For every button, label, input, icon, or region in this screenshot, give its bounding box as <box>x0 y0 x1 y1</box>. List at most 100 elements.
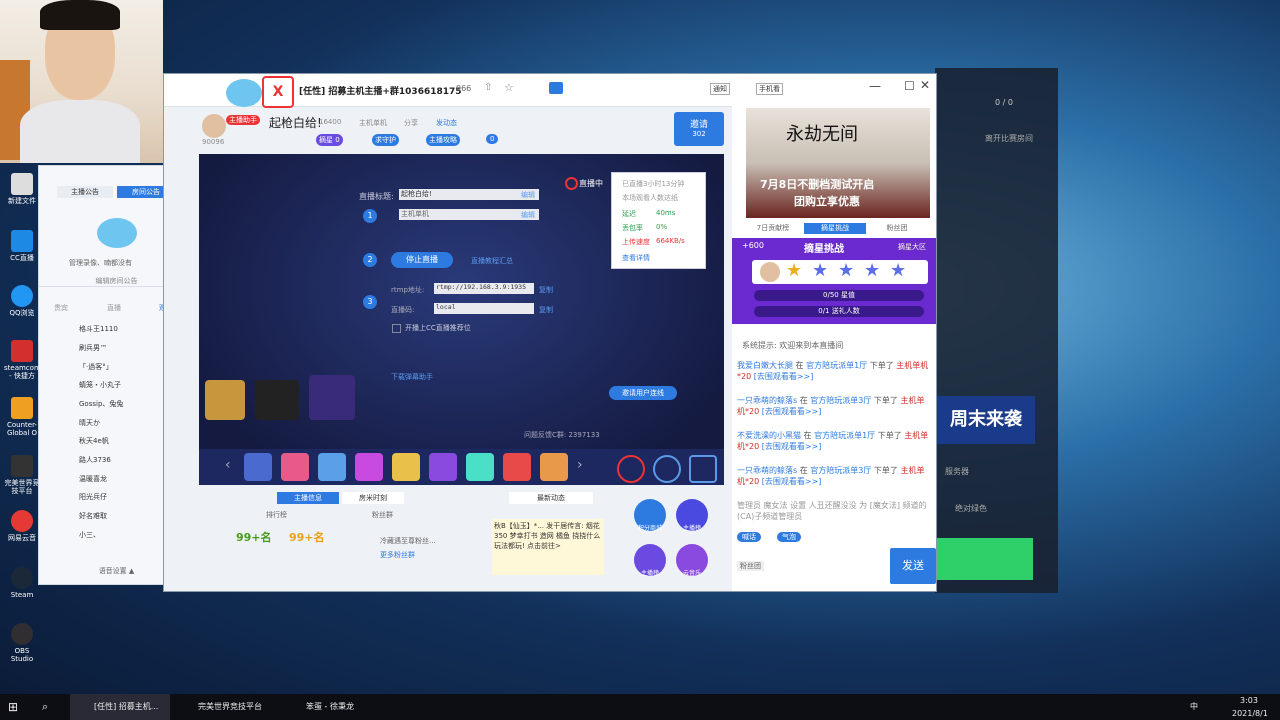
list-item[interactable]: 「·過客°」 <box>79 362 113 372</box>
minimize-icon[interactable]: — <box>869 79 881 93</box>
game-ad-banner[interactable]: 永劫无间 7月8日不删档测试开启 团购立享优惠 <box>746 108 930 218</box>
weekend-banner[interactable]: 周末来袭 <box>937 396 1035 444</box>
chat-link[interactable]: [去围观看看>>] <box>762 442 822 451</box>
send-button[interactable]: 发送 <box>890 548 936 584</box>
tutorial-link[interactable]: 直播教程汇总 <box>471 256 513 266</box>
gift-icon[interactable] <box>540 453 568 481</box>
list-item[interactable]: Gossip、兔兔 <box>79 399 123 409</box>
tab-streamer-info[interactable]: 主播信息 <box>277 492 339 504</box>
list-item[interactable]: 小三、 <box>79 530 100 540</box>
tab-room-moment[interactable]: 房米时刻 <box>342 492 404 504</box>
chat-link[interactable]: [去围观看看>>] <box>762 407 822 416</box>
search-icon[interactable]: ⌕ <box>42 694 48 720</box>
guard-tag[interactable]: 求守护 <box>372 134 399 146</box>
list-item[interactable]: 好名难取 <box>79 511 107 521</box>
chat-place[interactable]: 官方陪玩派单1厅 <box>806 361 867 370</box>
gift-icon[interactable] <box>429 453 457 481</box>
gift-icon[interactable] <box>244 453 272 481</box>
gift-icon[interactable] <box>392 453 420 481</box>
more-fan-groups-link[interactable]: 更多粉丝群 <box>380 550 415 560</box>
list-item[interactable]: 路人3736 <box>79 455 111 465</box>
complete-icon[interactable] <box>617 455 645 483</box>
maximize-icon[interactable]: ☐ <box>904 79 915 93</box>
edit-title-button[interactable]: 编辑 <box>521 190 535 200</box>
list-item[interactable]: 晴天か <box>79 418 100 428</box>
post-activity-button[interactable]: 发动态 <box>436 118 457 128</box>
tab-star-challenge[interactable]: 摘星挑战 <box>804 223 866 234</box>
desktop-icon-steam[interactable]: Steam <box>4 567 40 599</box>
list-item[interactable]: 温暖喜龙 <box>79 474 107 484</box>
server-select[interactable]: 服务器 <box>945 466 969 477</box>
clock-date[interactable]: 2021/8/1 <box>1232 707 1268 720</box>
tab-fan-group[interactable]: 粉丝团 <box>866 223 928 234</box>
list-item[interactable]: 阳光兵仔 <box>79 492 107 502</box>
avatar[interactable] <box>202 114 226 138</box>
tab-streamer-notice[interactable]: 主播公告 <box>57 186 113 198</box>
chat-user[interactable]: 不爱洗澡的小黑猫 <box>737 431 801 440</box>
guide-tag[interactable]: 主播攻略 <box>426 134 460 146</box>
chat-user[interactable]: 一只乖萌的鲸落s <box>737 396 797 405</box>
chat-user[interactable]: 一只乖萌的鲸落s <box>737 466 797 475</box>
tab-7day-rank[interactable]: 7日贡献榜 <box>742 223 804 234</box>
promo-task-icon[interactable] <box>309 375 355 420</box>
notice-button[interactable]: 通知 <box>710 83 730 95</box>
windows-start-icon[interactable]: ⊞ <box>8 694 18 720</box>
title-input[interactable]: 起枪白给! <box>399 189 539 200</box>
gift-icon[interactable] <box>466 453 494 481</box>
chat-place[interactable]: 官方陪玩派单3厅 <box>810 396 871 405</box>
gift-icon[interactable] <box>281 453 309 481</box>
chat-link[interactable]: [去围观看看>>] <box>754 372 814 381</box>
shout-chip[interactable]: 喊话 <box>737 532 761 542</box>
stop-live-button[interactable]: 停止直播 <box>391 252 453 268</box>
challenge-link[interactable]: 摘星大区 <box>898 242 926 252</box>
camera-icon[interactable] <box>549 82 563 94</box>
desktop-icon-perfect-world[interactable]: 完美世界竞技平台 <box>4 455 40 495</box>
chat-link[interactable]: [去围观看看>>] <box>762 477 822 486</box>
desktop-icon-cc[interactable]: CC直播 <box>4 230 40 262</box>
gift-icon[interactable] <box>503 453 531 481</box>
list-item[interactable]: 格斗王1110 <box>79 324 118 334</box>
recommend-checkbox[interactable] <box>392 324 401 333</box>
rank-2[interactable]: 99+名 <box>289 529 325 545</box>
list-item[interactable]: 刷兵男™ <box>79 343 107 353</box>
chevron-left-icon[interactable]: ‹ <box>225 457 231 473</box>
star-icon[interactable]: ☆ <box>504 81 514 94</box>
phone-view-button[interactable]: 手机看 <box>756 83 783 95</box>
tab-latest-dynamic[interactable]: 最新动态 <box>509 492 593 504</box>
chat-user[interactable]: 我爱白嫩大长腿 <box>737 361 793 370</box>
desktop-icon-new-file[interactable]: 新建文件 <box>4 173 40 205</box>
chevron-right-icon[interactable]: › <box>577 457 583 473</box>
rtmp-input[interactable]: rtmp://192.168.3.9:1935 <box>434 283 534 294</box>
key-input[interactable]: local <box>434 303 534 314</box>
tab-live[interactable]: 直播 <box>107 303 121 313</box>
clock-time[interactable]: 3:03 <box>1240 694 1258 707</box>
bubble-chip[interactable]: 气泡 <box>777 532 801 542</box>
desktop-icon-steamcom[interactable]: steamcom - 快捷方 <box>4 340 41 380</box>
tab-vip[interactable]: 贵宾 <box>54 303 68 313</box>
desktop-icon-obs[interactable]: OBS Studio <box>4 623 40 663</box>
follow-star-tag[interactable]: 摘星 0 <box>316 134 343 146</box>
rocket-icon[interactable]: ⇧ <box>484 82 492 93</box>
invite-link-button[interactable]: 邀请用户连线 <box>609 386 677 400</box>
chat-place[interactable]: 官方陪玩派单1厅 <box>814 431 875 440</box>
dynamic-card[interactable]: 秋B【仙玉】*... 发干居传言: 烟花350 梦幸打书 造网 橘鱼 挠挠什么玩… <box>492 519 604 575</box>
download-helper-link[interactable]: 下载弹幕助手 <box>391 372 433 382</box>
promo-game-icon[interactable] <box>255 380 299 420</box>
desktop-icon-netease-music[interactable]: 网易云音 <box>4 510 40 542</box>
list-item[interactable]: 秋天4e帆 <box>79 436 109 446</box>
close-icon[interactable]: ✕ <box>920 78 930 92</box>
desktop-icon-qq-browser[interactable]: QQ浏览 <box>4 285 40 317</box>
console-label[interactable]: 主机单机 <box>359 118 387 128</box>
leave-room-button[interactable]: 离开比赛房间 <box>985 133 1033 144</box>
input-language[interactable]: 中 <box>1190 694 1198 720</box>
edit-category-button[interactable]: 编辑 <box>521 210 535 220</box>
copy-rtmp-button[interactable]: 复制 <box>539 285 553 295</box>
chat-place[interactable]: 官方陪玩派单3厅 <box>810 466 871 475</box>
promo-box-icon[interactable] <box>205 380 245 420</box>
stats-detail-link[interactable]: 查看详情 <box>622 253 650 263</box>
fan-chip[interactable]: 粉丝团 <box>737 561 764 571</box>
invite-button[interactable]: 邀请 302 <box>674 112 724 146</box>
bag-icon[interactable] <box>653 455 681 483</box>
share-button[interactable]: 分享 <box>404 118 418 128</box>
gift-icon[interactable] <box>318 453 346 481</box>
